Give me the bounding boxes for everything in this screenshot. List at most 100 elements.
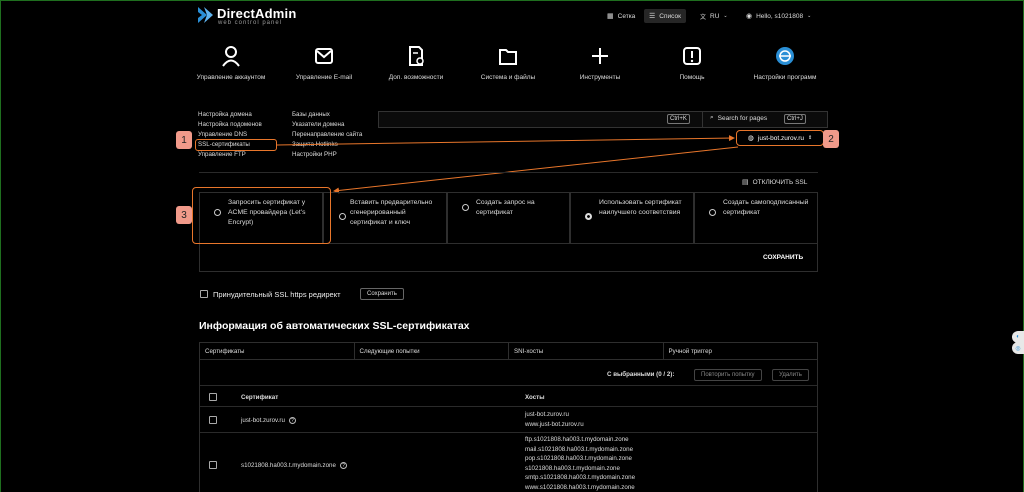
mail-icon bbox=[315, 48, 333, 64]
brand-subtitle: web control panel bbox=[218, 20, 283, 26]
host-item: www.just-bot.zurov.ru bbox=[525, 420, 584, 428]
option-self-signed[interactable]: Создать самоподписанный сертификат bbox=[694, 192, 818, 244]
menu-item-domain-pointers[interactable]: Указатели домена bbox=[292, 120, 362, 130]
nav-label: Управление E-mail bbox=[295, 74, 353, 81]
table-divider bbox=[200, 406, 817, 407]
row-checkbox[interactable] bbox=[209, 461, 217, 469]
host-item: s1021808.ha003.t.mydomain.zone bbox=[525, 464, 620, 472]
document-gear-icon bbox=[409, 46, 424, 66]
cert-name: just-bot.zurov.ru bbox=[241, 417, 285, 424]
side-widget-tab-2[interactable]: ◎ bbox=[1012, 342, 1024, 354]
dropdown-col-2: Базы данных Указатели домена Перенаправл… bbox=[292, 110, 362, 160]
force-ssl-checkbox[interactable] bbox=[200, 290, 208, 298]
nav-extra-features[interactable]: Доп. возможности bbox=[371, 45, 461, 83]
folder-icon bbox=[499, 49, 517, 65]
menu-item-site-redirect[interactable]: Перенаправление сайта bbox=[292, 130, 362, 140]
help-icon[interactable]: ? bbox=[339, 461, 347, 469]
select-all-checkbox[interactable] bbox=[209, 393, 217, 401]
dropdown-col-1: Настройка домена Настройка подоменов Упр… bbox=[198, 110, 262, 160]
menu-item-ftp[interactable]: Управление FTP bbox=[198, 150, 262, 160]
cert-tabs: Сертификаты Следующие попытки SNI-хосты … bbox=[199, 342, 818, 360]
option-create-request-label: Создать запрос на сертификат bbox=[476, 199, 535, 216]
table-divider bbox=[200, 432, 817, 433]
globe-icon: ◍ bbox=[747, 135, 754, 142]
option-best-match[interactable]: Использовать сертификат наилучшего соотв… bbox=[570, 192, 694, 244]
menu-item-hotlinks[interactable]: Защита Hotlinks bbox=[292, 140, 362, 150]
settings-icon: ◎ bbox=[1015, 345, 1021, 352]
nav-email-management[interactable]: Управление E-mail bbox=[279, 45, 369, 83]
search-divider bbox=[702, 112, 703, 127]
list-view-button[interactable]: ☰ Список bbox=[644, 9, 686, 23]
shortcut-ctrl-j: Ctrl+J bbox=[784, 114, 806, 124]
nav-app-settings[interactable]: Настройки программ bbox=[740, 45, 830, 83]
nav-account-management[interactable]: Управление аккаунтом bbox=[186, 45, 276, 83]
list-icon: ☰ bbox=[649, 13, 656, 20]
col-header-cert: Сертификат bbox=[241, 394, 279, 401]
search-icon: ⌕ bbox=[710, 114, 714, 121]
domain-selector[interactable]: ◍ just-bot.zurov.ru ⇕ bbox=[736, 130, 824, 146]
domain-label: just-bot.zurov.ru bbox=[757, 134, 805, 142]
host-item: pop.s1021808.ha003.t.mydomain.zone bbox=[525, 455, 632, 462]
tab-next-attempts[interactable]: Следующие попытки bbox=[355, 343, 509, 359]
option-paste-cert-label: Вставить предварительно сгенерированный … bbox=[350, 199, 433, 226]
redirect-save-button[interactable]: Сохранить bbox=[360, 288, 404, 300]
nav-label: Система и файлы bbox=[480, 74, 536, 81]
row-checkbox[interactable] bbox=[209, 416, 217, 424]
table-divider bbox=[200, 385, 817, 386]
language-label: RU bbox=[710, 12, 720, 20]
menu-item-domain-setup[interactable]: Настройка домена bbox=[198, 110, 262, 120]
annotation-badge-1: 1 bbox=[176, 131, 192, 149]
option-create-request[interactable]: Создать запрос на сертификат bbox=[447, 192, 570, 244]
menu-item-php-settings[interactable]: Настройки PHP bbox=[292, 150, 362, 160]
language-selector[interactable]: 文 RU ⌄ bbox=[695, 9, 733, 23]
ssl-off-icon: ▤ bbox=[742, 179, 749, 186]
shortcut-ctrl-k: Ctrl+K bbox=[667, 114, 690, 124]
delete-button[interactable]: Удалить bbox=[772, 369, 809, 381]
section-title: Информация об автоматических SSL-сертифи… bbox=[199, 320, 470, 332]
retry-button[interactable]: Повторить попытку bbox=[694, 369, 762, 381]
apps-icon bbox=[776, 47, 794, 65]
nav-label: Инструменты bbox=[579, 74, 621, 81]
tab-certificates[interactable]: Сертификаты bbox=[200, 343, 355, 359]
radio-self-signed[interactable] bbox=[709, 209, 716, 216]
grid-view-label: Сетка bbox=[617, 12, 636, 20]
disable-ssl-label: ОТКЛЮЧИТЬ SSL bbox=[752, 178, 808, 186]
grid-view-button[interactable]: ▦ Сетка bbox=[602, 9, 640, 23]
table-row-cert: just-bot.zurov.ru? bbox=[241, 416, 296, 426]
grid-icon: ▦ bbox=[607, 13, 614, 20]
ssl-menu-highlight bbox=[195, 139, 277, 151]
table-row-hosts: ftp.s1021808.ha003.t.mydomain.zone mail.… bbox=[525, 435, 635, 492]
tab-manual-trigger[interactable]: Ручной триггер bbox=[664, 343, 818, 359]
tab-sni-hosts[interactable]: SNI-хосты bbox=[509, 343, 664, 359]
translate-icon: 文 bbox=[700, 14, 707, 21]
help-icon[interactable]: ? bbox=[288, 416, 296, 424]
radio-paste-cert[interactable] bbox=[339, 213, 346, 220]
help-icon bbox=[683, 47, 701, 65]
nav-label: Управление аккаунтом bbox=[196, 74, 266, 81]
menu-item-subdomains[interactable]: Настройка подоменов bbox=[198, 120, 262, 130]
nav-help[interactable]: Помощь bbox=[647, 45, 737, 83]
nav-tools[interactable]: Инструменты bbox=[555, 45, 645, 83]
translate-icon: ◐ bbox=[1016, 334, 1020, 340]
host-item: smtp.s1021808.ha003.t.mydomain.zone bbox=[525, 474, 636, 481]
menu-item-databases[interactable]: Базы данных bbox=[292, 110, 362, 120]
nav-system-files[interactable]: Система и файлы bbox=[463, 45, 553, 83]
chevron-updown-icon: ⇕ bbox=[808, 135, 813, 141]
list-view-label: Список bbox=[659, 12, 681, 20]
nav-label: Настройки программ bbox=[753, 74, 817, 81]
disable-ssl-button[interactable]: ▤ ОТКЛЮЧИТЬ SSL bbox=[742, 178, 808, 187]
user-menu[interactable]: ◉ Hello, s1021808 ⌄ bbox=[741, 9, 816, 23]
cert-name: s1021808.ha003.t.mydomain.zone bbox=[241, 462, 336, 469]
radio-best-match[interactable] bbox=[585, 213, 592, 220]
force-ssl-label: Принудительный SSL https редирект bbox=[213, 290, 341, 299]
radio-create-request[interactable] bbox=[462, 204, 469, 211]
save-button[interactable]: СОХРАНИТЬ bbox=[763, 254, 803, 261]
user-circle-icon: ◉ bbox=[746, 13, 753, 20]
brand-title[interactable]: DirectAdmin bbox=[217, 6, 297, 21]
plus-icon bbox=[592, 48, 608, 64]
option-paste-cert[interactable]: Вставить предварительно сгенерированный … bbox=[323, 192, 447, 244]
section-separator bbox=[199, 172, 818, 173]
annotation-badge-2: 2 bbox=[823, 130, 839, 148]
search-pages-button[interactable]: ⌕ Search for pages bbox=[710, 114, 767, 122]
chevron-down-icon: ⌄ bbox=[723, 13, 728, 19]
